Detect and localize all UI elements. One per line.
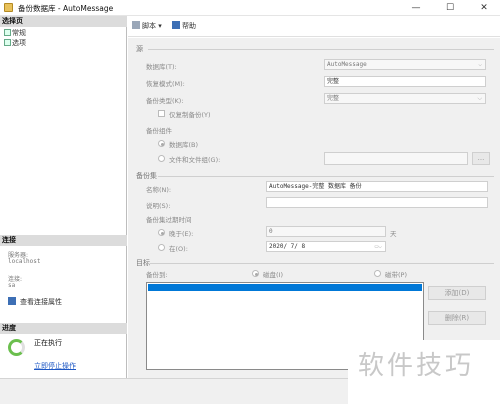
- database-icon: [4, 3, 13, 12]
- after-unit-label: 天: [390, 230, 397, 238]
- toolbar: 脚本 ▾ 帮助: [128, 16, 500, 37]
- description-input[interactable]: [266, 197, 488, 208]
- add-button[interactable]: 添加(D): [428, 286, 486, 300]
- backup-type-label: 备份类型(K):: [146, 97, 184, 105]
- select-page-header: 选择页: [0, 16, 127, 27]
- connection-value: sa: [8, 282, 16, 289]
- browse-button[interactable]: ...: [472, 152, 490, 165]
- name-label: 名称(N):: [146, 186, 172, 194]
- after-label: 晚于(E):: [169, 230, 194, 238]
- date-value: 2020/ 7/ 8: [269, 243, 306, 250]
- copy-only-label: 仅复制备份(Y): [169, 111, 211, 119]
- progress-header: 进度: [0, 323, 127, 334]
- calendar-dropdown-icon: ▭⌵: [374, 243, 382, 250]
- server-value: localhost: [8, 258, 41, 265]
- disk-radio[interactable]: [252, 270, 259, 277]
- backup-component-label: 备份组件: [146, 127, 172, 135]
- database-label: 数据库(T):: [146, 63, 177, 71]
- page-label: 常规: [12, 29, 26, 37]
- database-radio[interactable]: [158, 140, 165, 147]
- backup-set-group-label: 备份集: [136, 172, 157, 180]
- help-icon: [172, 21, 180, 29]
- backup-to-label: 备份到:: [146, 271, 168, 279]
- files-option-label: 文件和文件组(G):: [169, 156, 221, 164]
- after-radio[interactable]: [158, 229, 165, 236]
- properties-icon: [8, 297, 16, 305]
- title-bar: 备份数据库 - AutoMessage — ☐ ✕: [0, 0, 500, 16]
- main-content: 源 数据库(T): AutoMessage ⌵ 恢复模式(M): 完整 备份类型…: [128, 38, 500, 378]
- page-item-options[interactable]: 选项: [4, 38, 26, 48]
- divider: [150, 263, 494, 264]
- disk-option-label: 磁盘(I): [263, 271, 283, 279]
- script-button[interactable]: 脚本 ▾: [132, 21, 162, 31]
- list-item[interactable]: [148, 284, 422, 291]
- page-icon: [4, 39, 11, 46]
- database-option-label: 数据库(B): [169, 141, 199, 149]
- left-pane: 选择页 常规 选项 连接 服务器: localhost 连接: sa 查看连接属…: [0, 16, 127, 378]
- files-field[interactable]: [324, 152, 468, 165]
- backup-type-select[interactable]: 完整 ⌵: [324, 93, 486, 104]
- after-days-input[interactable]: 0: [266, 226, 386, 237]
- backup-type-value: 完整: [327, 95, 340, 102]
- recovery-model-label: 恢复模式(M):: [146, 80, 185, 88]
- help-label: 帮助: [182, 22, 196, 30]
- stop-action-link[interactable]: 立即停止操作: [34, 361, 76, 371]
- divider: [148, 49, 494, 50]
- database-value: AutoMessage: [327, 61, 367, 68]
- recovery-model-field: 完整: [324, 76, 486, 87]
- expire-label: 备份集过期时间: [146, 216, 192, 224]
- script-icon: [132, 21, 140, 29]
- chevron-down-icon: ▾: [158, 22, 162, 30]
- minimize-button[interactable]: —: [400, 0, 432, 16]
- help-button[interactable]: 帮助: [172, 21, 196, 31]
- page-item-general[interactable]: 常规: [4, 28, 26, 38]
- files-radio[interactable]: [158, 155, 165, 162]
- copy-only-checkbox[interactable]: [158, 110, 165, 117]
- connection-header: 连接: [0, 235, 127, 246]
- maximize-button[interactable]: ☐: [434, 0, 466, 16]
- on-date-radio[interactable]: [158, 244, 165, 251]
- chevron-down-icon: ⌵: [477, 95, 482, 102]
- progress-spinner-icon: [8, 339, 25, 356]
- source-group-label: 源: [136, 45, 143, 53]
- tape-option-label: 磁带(P): [385, 271, 407, 279]
- date-picker[interactable]: 2020/ 7/ 8 ▭⌵: [266, 241, 386, 252]
- destination-group-label: 目标: [136, 259, 150, 267]
- window-title: 备份数据库 - AutoMessage: [18, 4, 114, 13]
- chevron-down-icon: ⌵: [478, 61, 482, 68]
- view-connection-properties-label: 查看连接属性: [20, 298, 62, 306]
- remove-button[interactable]: 删除(R): [428, 311, 486, 325]
- on-date-label: 在(O):: [169, 245, 188, 253]
- page-icon: [4, 29, 11, 36]
- name-input[interactable]: AutoMessage-完整 数据库 备份: [266, 181, 488, 192]
- progress-status: 正在执行: [34, 339, 62, 347]
- database-select[interactable]: AutoMessage ⌵: [324, 59, 486, 70]
- divider: [158, 176, 494, 177]
- close-button[interactable]: ✕: [468, 0, 500, 16]
- description-label: 说明(S):: [146, 202, 171, 210]
- script-label: 脚本: [142, 22, 156, 30]
- tape-radio[interactable]: [374, 270, 381, 277]
- watermark-text: 软件技巧: [358, 351, 475, 381]
- view-connection-properties-link[interactable]: 查看连接属性: [8, 297, 62, 307]
- page-label: 选项: [12, 39, 26, 47]
